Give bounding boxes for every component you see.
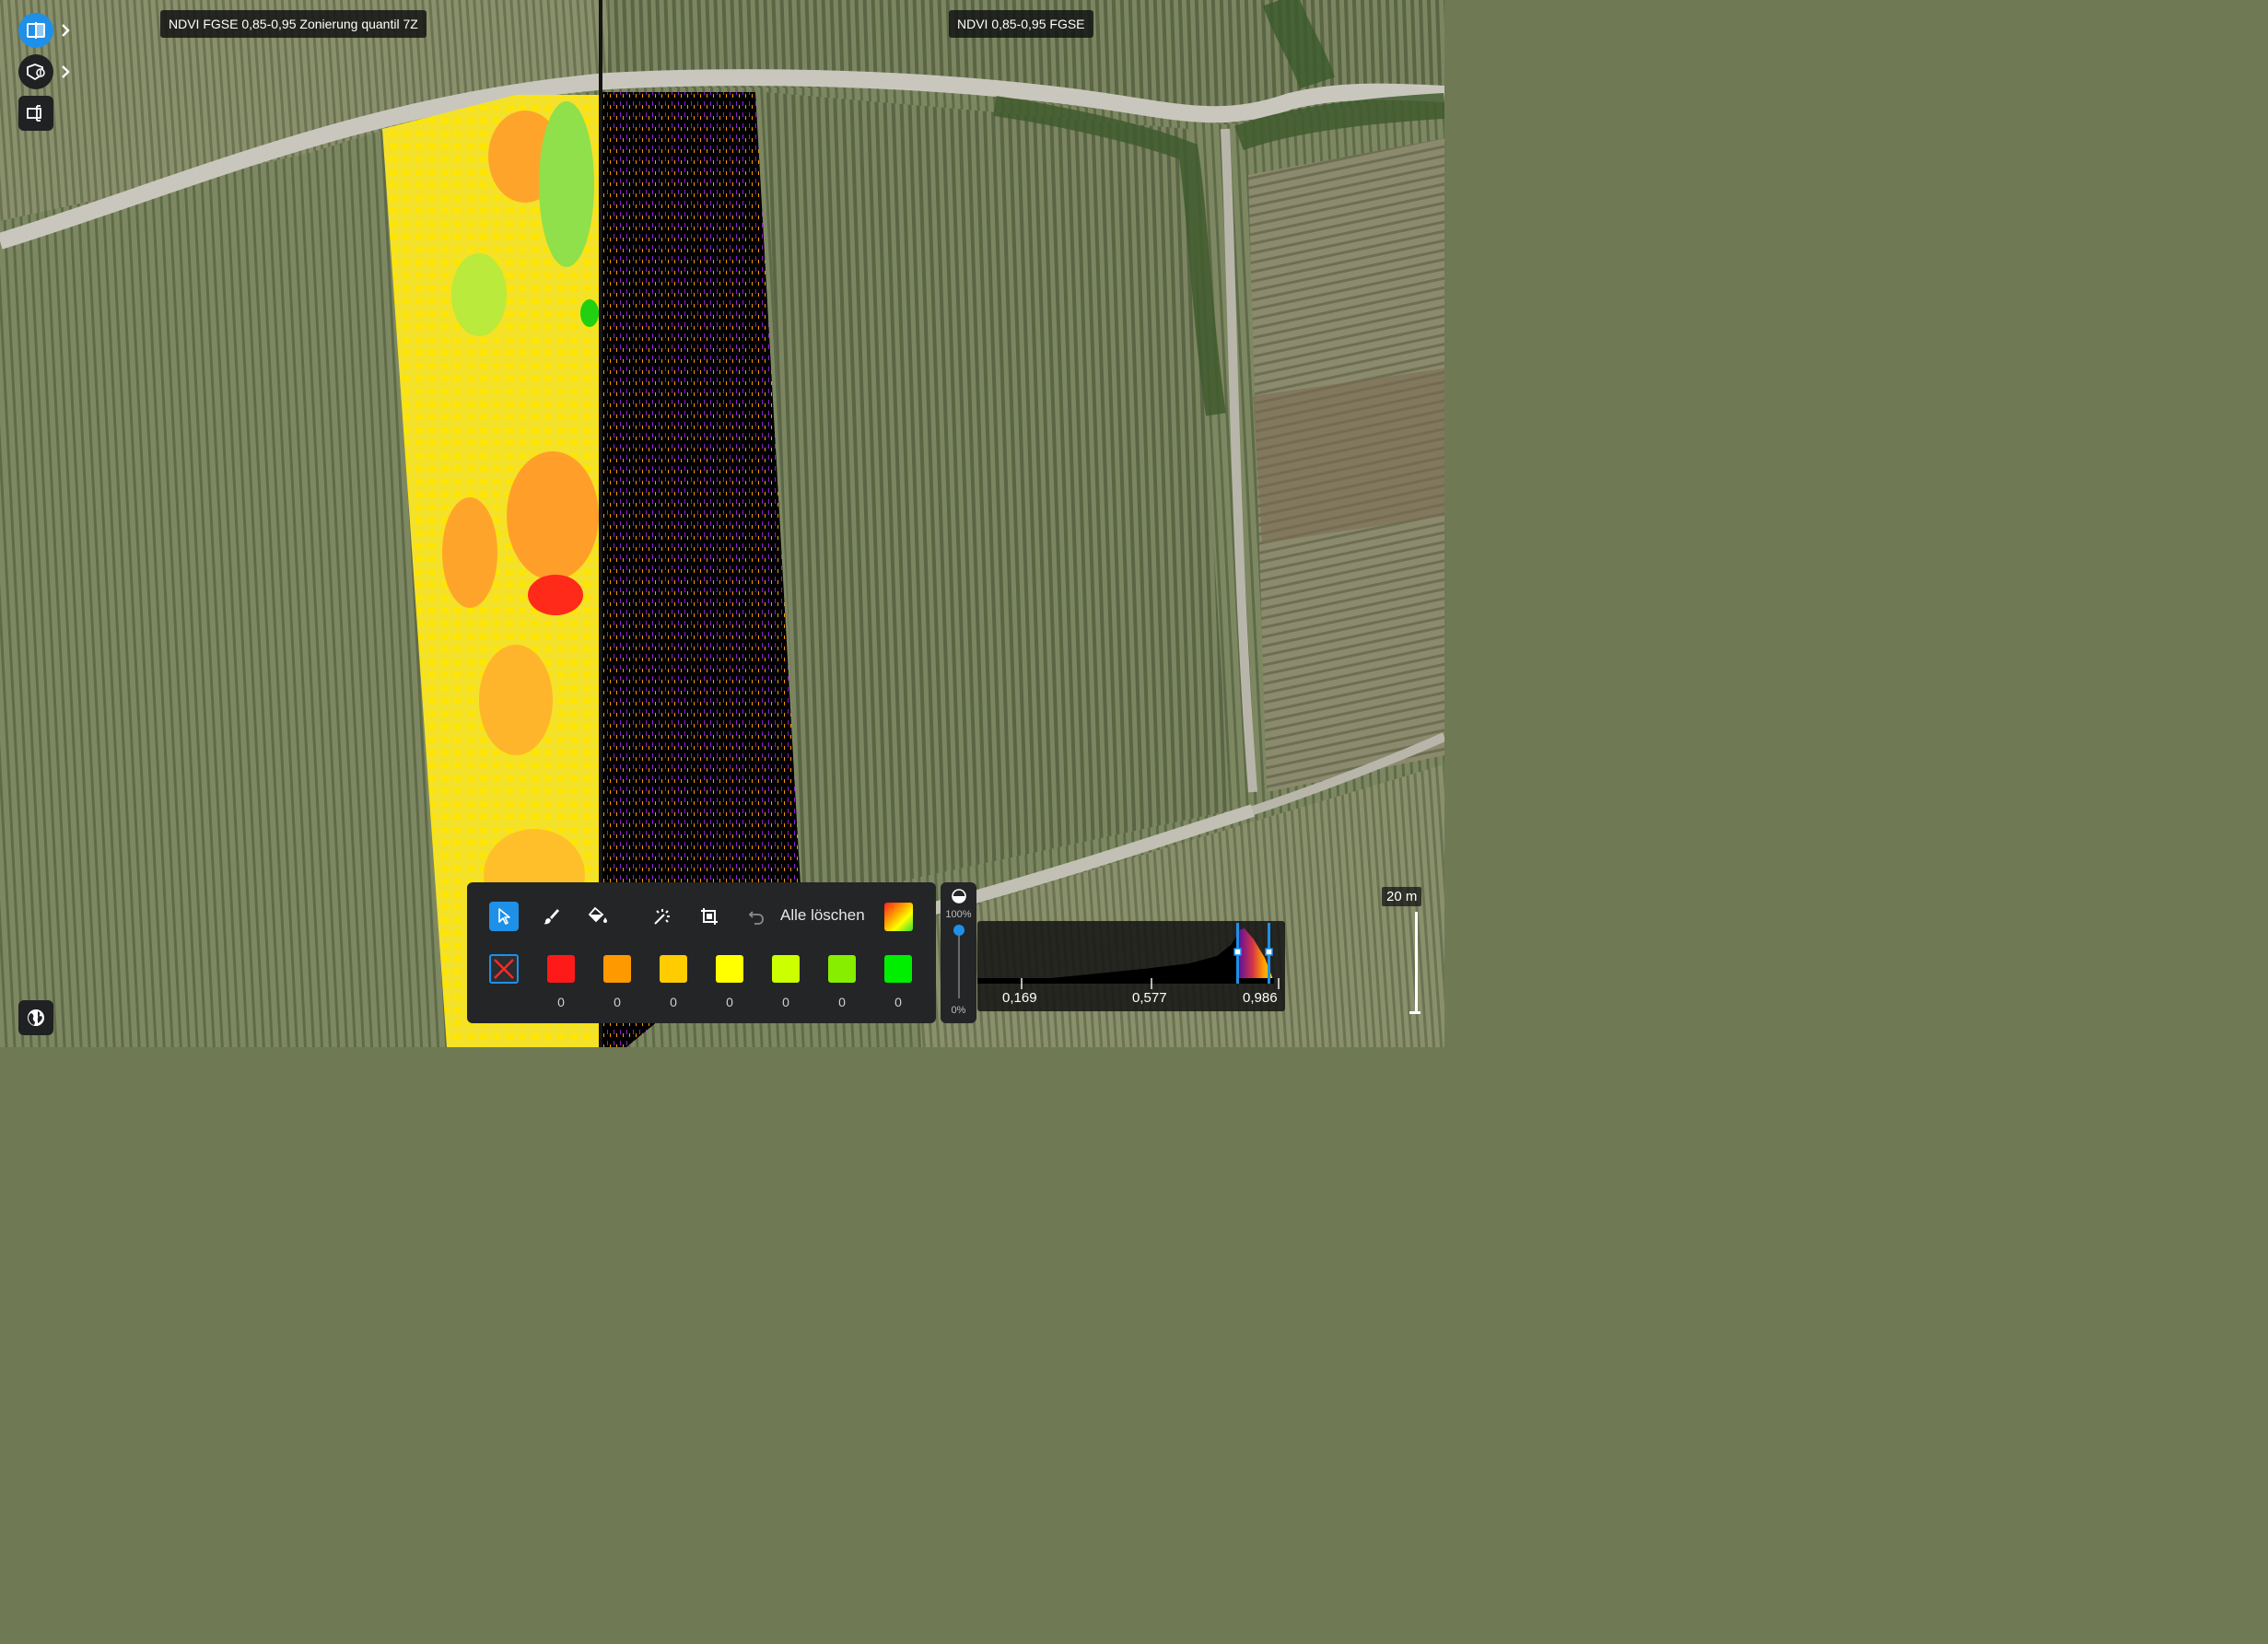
globe-icon (28, 1009, 44, 1026)
legend-panel-icon (27, 105, 41, 122)
zone-swatch-6[interactable] (828, 955, 856, 983)
no-zone-swatch[interactable] (489, 954, 519, 984)
right-layer-title: NDVI 0,85-0,95 FGSE (949, 10, 1093, 38)
histogram-tick-max: 0,986 (1243, 990, 1278, 1006)
zone-swatch-3[interactable] (660, 955, 687, 983)
histogram-tick-min: 0,169 (1002, 990, 1037, 1006)
zone-swatch-5[interactable] (772, 955, 800, 983)
histogram-tick-mid: 0,577 (1132, 990, 1167, 1006)
zone-swatch-4[interactable] (716, 955, 743, 983)
zone-count-5: 0 (782, 995, 789, 1009)
zone-count-3: 0 (670, 995, 677, 1009)
zone-count-2: 0 (614, 995, 621, 1009)
magic-select-icon (654, 909, 670, 925)
opacity-handle[interactable] (953, 925, 964, 936)
magic-select-button[interactable] (648, 902, 677, 931)
chevron-right-icon[interactable] (57, 64, 74, 80)
zone-swatch-7[interactable] (884, 955, 912, 983)
zone-count-6: 0 (838, 995, 846, 1009)
undo-icon (748, 911, 764, 925)
layer-tools-icon (27, 64, 45, 81)
opacity-track (958, 930, 960, 998)
opacity-icon (952, 889, 966, 904)
scale-bar-label: 20 m (1382, 887, 1422, 906)
split-view-icon (27, 22, 45, 39)
chevron-right-icon[interactable] (57, 22, 74, 39)
layer-tools-button[interactable] (18, 54, 53, 89)
clear-all-button[interactable]: Alle löschen (780, 906, 865, 925)
zone-swatch-2[interactable] (603, 955, 631, 983)
scale-bar (1415, 912, 1418, 1013)
pointer-icon (498, 908, 510, 925)
pointer-tool-button[interactable] (489, 902, 519, 931)
zone-count-1: 0 (557, 995, 565, 1009)
legend-panel-button[interactable] (18, 96, 53, 131)
fill-bucket-icon (588, 906, 607, 923)
undo-button[interactable] (742, 902, 771, 931)
crop-icon (701, 908, 718, 925)
split-view-button[interactable] (18, 13, 53, 48)
fill-tool-button[interactable] (583, 902, 613, 931)
zone-count-4: 0 (726, 995, 733, 1009)
brush-icon (544, 909, 559, 925)
opacity-min-label: 0% (951, 1005, 966, 1016)
left-layer-title: NDVI FGSE 0,85-0,95 Zonierung quantil 7Z (160, 10, 427, 38)
brush-tool-button[interactable] (536, 902, 566, 931)
scale-bar-foot (1409, 1011, 1420, 1014)
crop-tool-button[interactable] (695, 902, 724, 931)
opacity-max-label: 100% (945, 909, 972, 920)
clear-zone-icon (494, 959, 514, 979)
zone-swatch-1[interactable] (547, 955, 575, 983)
color-palette-button[interactable] (884, 903, 913, 931)
basemap-button[interactable] (18, 1000, 53, 1035)
zone-count-7: 0 (894, 995, 902, 1009)
